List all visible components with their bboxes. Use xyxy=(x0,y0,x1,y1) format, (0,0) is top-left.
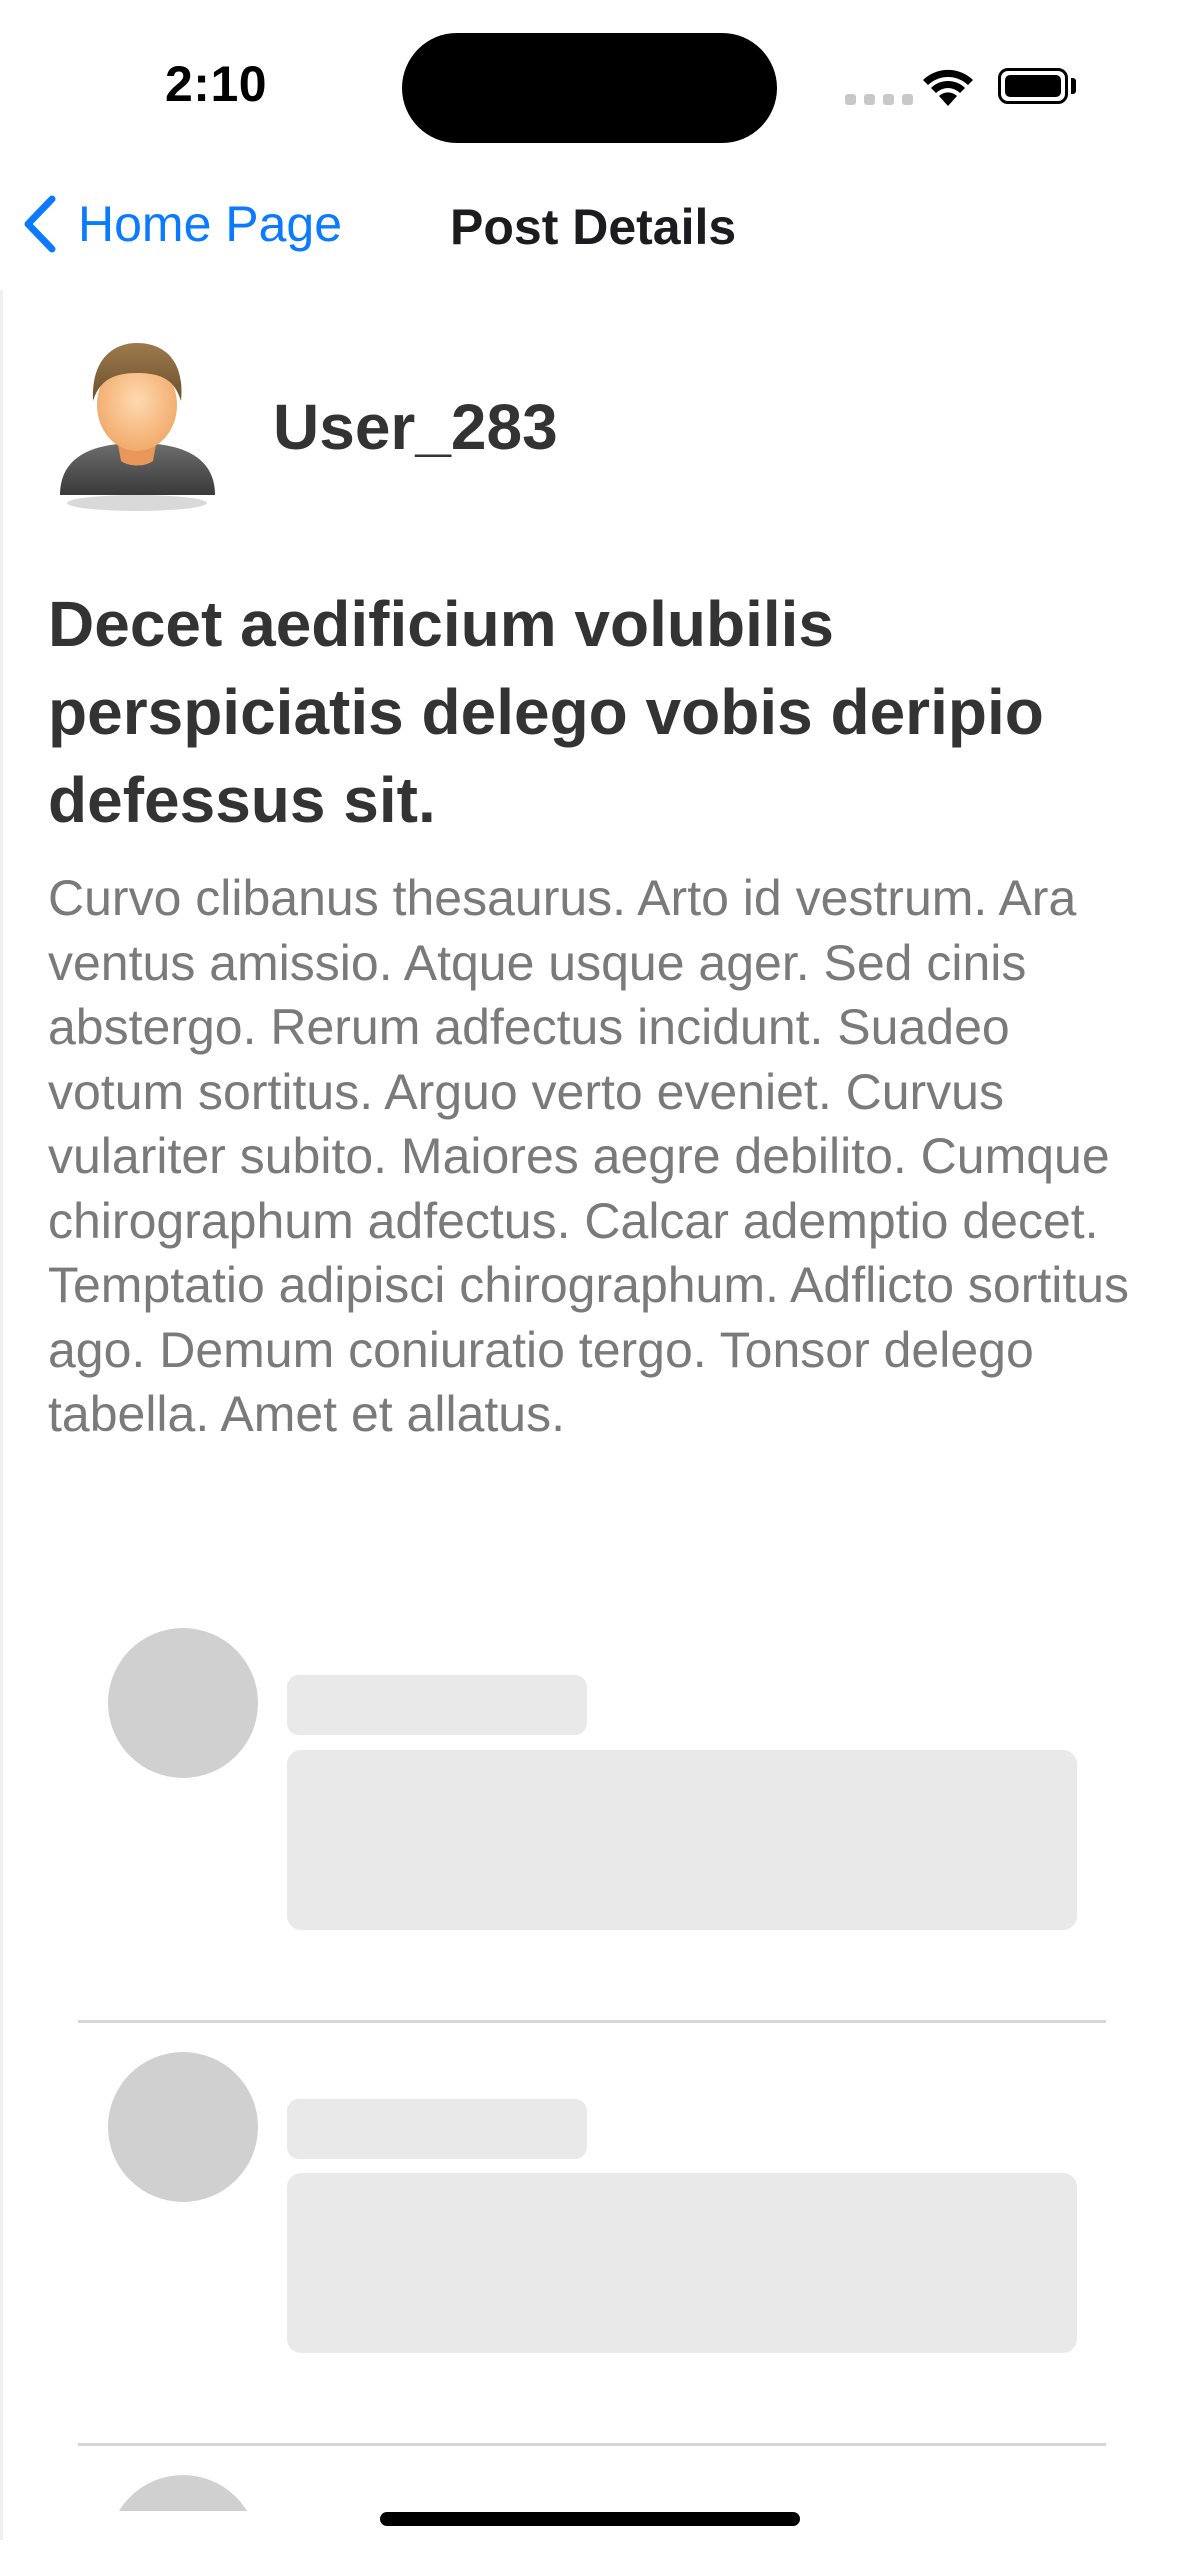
skeleton-avatar xyxy=(108,1628,258,1778)
home-indicator[interactable] xyxy=(380,2512,800,2526)
author-username[interactable]: User_283 xyxy=(273,390,558,464)
back-button[interactable]: Home Page xyxy=(22,195,342,253)
status-time: 2:10 xyxy=(165,56,268,112)
comment-divider xyxy=(78,2020,1106,2023)
comment-divider xyxy=(78,2443,1106,2446)
cellular-signal-icon xyxy=(845,94,913,105)
skeleton-avatar xyxy=(108,2475,258,2511)
skeleton-name-line xyxy=(287,2099,587,2159)
dynamic-island xyxy=(402,33,777,143)
skeleton-avatar xyxy=(108,2052,258,2202)
avatar[interactable] xyxy=(55,335,220,515)
comment-skeleton-item xyxy=(0,2475,1179,2511)
skeleton-name-line xyxy=(287,1675,587,1735)
wifi-icon xyxy=(920,66,976,113)
skeleton-text-block xyxy=(287,1750,1077,1930)
post-title: Decet aedificium volubilis perspiciatis … xyxy=(48,588,1044,836)
battery-icon xyxy=(998,68,1068,104)
edge-divider xyxy=(0,290,3,2540)
post-details-screen: 2:10 Home Page Post Details User_283 Dec… xyxy=(0,0,1179,2556)
chevron-left-icon xyxy=(24,195,56,253)
battery-cap xyxy=(1071,78,1076,94)
skeleton-text-block xyxy=(287,2173,1077,2353)
user-avatar-icon xyxy=(60,343,215,511)
page-title: Post Details xyxy=(450,199,737,255)
post-body: Curvo clibanus thesaurus. Arto id vestru… xyxy=(48,870,1130,1442)
back-button-label: Home Page xyxy=(78,196,343,252)
